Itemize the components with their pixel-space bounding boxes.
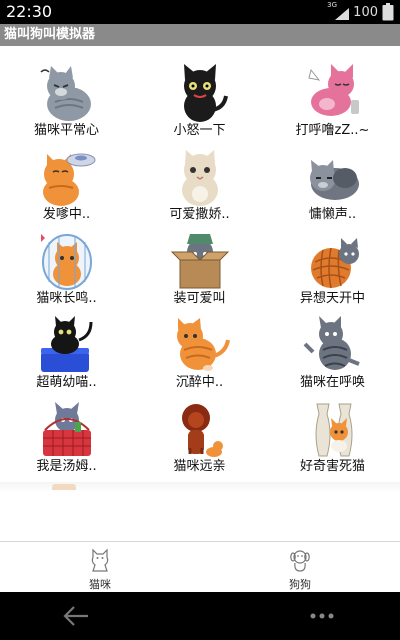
tab-cats[interactable]: 猫咪: [0, 542, 200, 593]
orange-cat-fish-bowl-icon: [43, 153, 96, 206]
sound-item-12[interactable]: 猫咪在呼唤: [266, 298, 399, 390]
system-nav-bar: [0, 592, 400, 640]
clock: 22:30: [6, 2, 53, 21]
battery-icon: [382, 3, 394, 21]
tab-dogs[interactable]: 狗狗: [200, 542, 400, 593]
tab-cats-label: 猫咪: [89, 578, 111, 591]
boxed-cat-icon: [170, 234, 230, 289]
caged-cat-icon: [41, 234, 92, 290]
next-row-peek: [52, 484, 76, 490]
status-icons: 3G 100: [327, 1, 394, 21]
sound-item-9[interactable]: 异想天开中: [266, 214, 399, 306]
sound-item-2[interactable]: 小怒一下: [133, 46, 266, 138]
sound-item-11[interactable]: 沉醉中..: [133, 298, 266, 390]
battery-percent: 100: [353, 4, 378, 20]
sound-item-6[interactable]: 慵懒声..: [266, 130, 399, 222]
sound-item-7[interactable]: 猫咪长鸣..: [0, 214, 133, 306]
sound-grid[interactable]: 猫咪平常心 小怒一下 打呼噜zZ..~ 发嗲中.. 可爱撒娇.. 慵懒声.. 猫…: [0, 46, 400, 486]
bottom-tab-bar: 猫咪 狗狗: [0, 541, 400, 592]
angry-black-cat-icon: [184, 64, 228, 122]
lion-icon: [182, 404, 223, 457]
tumbling-orange-cat-icon: [177, 318, 230, 371]
sound-item-14[interactable]: 猫咪远亲: [133, 382, 266, 474]
cat-tab-icon: [91, 548, 109, 572]
sound-item-label: 我是汤姆..: [36, 459, 97, 474]
basket-cat-icon: [43, 402, 91, 456]
dog-tab-icon: [290, 550, 310, 572]
striped-calling-cat-icon: [303, 316, 360, 370]
sound-item-4[interactable]: 发嗲中..: [0, 130, 133, 222]
app-title: 猫叫狗叫模拟器: [4, 27, 96, 42]
title-bar: 猫叫狗叫模拟器: [0, 24, 400, 46]
more-dots-icon[interactable]: [308, 606, 336, 626]
tab-dogs-label: 狗狗: [289, 578, 311, 591]
sound-item-15[interactable]: 好奇害死猫: [266, 382, 399, 474]
sound-item-8[interactable]: 装可爱叫: [133, 214, 266, 306]
sound-item-1[interactable]: 猫咪平常心: [0, 46, 133, 138]
cream-cat-icon: [182, 150, 218, 206]
sound-item-10[interactable]: 超萌幼喵..: [0, 298, 133, 390]
yarn-ball-cat-icon: [311, 238, 359, 289]
status-bar: 22:30 3G 100: [0, 0, 400, 24]
sound-item-13[interactable]: 我是汤姆..: [0, 382, 133, 474]
sound-item-5[interactable]: 可爱撒娇..: [133, 130, 266, 222]
snoring-pink-cat-icon: [308, 64, 359, 116]
sound-item-label: 好奇害死猫: [299, 459, 365, 474]
back-arrow-icon[interactable]: [60, 604, 92, 628]
calm-cat-icon: [40, 66, 91, 121]
sound-item-label: 猫咪远亲: [173, 459, 226, 474]
litter-box-cat-icon: [41, 316, 93, 372]
sound-item-3[interactable]: 打呼噜zZ..~: [266, 46, 399, 138]
curious-cat-vase-icon: [315, 403, 353, 457]
signal-icon: 3G: [327, 1, 350, 20]
lazy-gray-cat-icon: [310, 160, 359, 200]
